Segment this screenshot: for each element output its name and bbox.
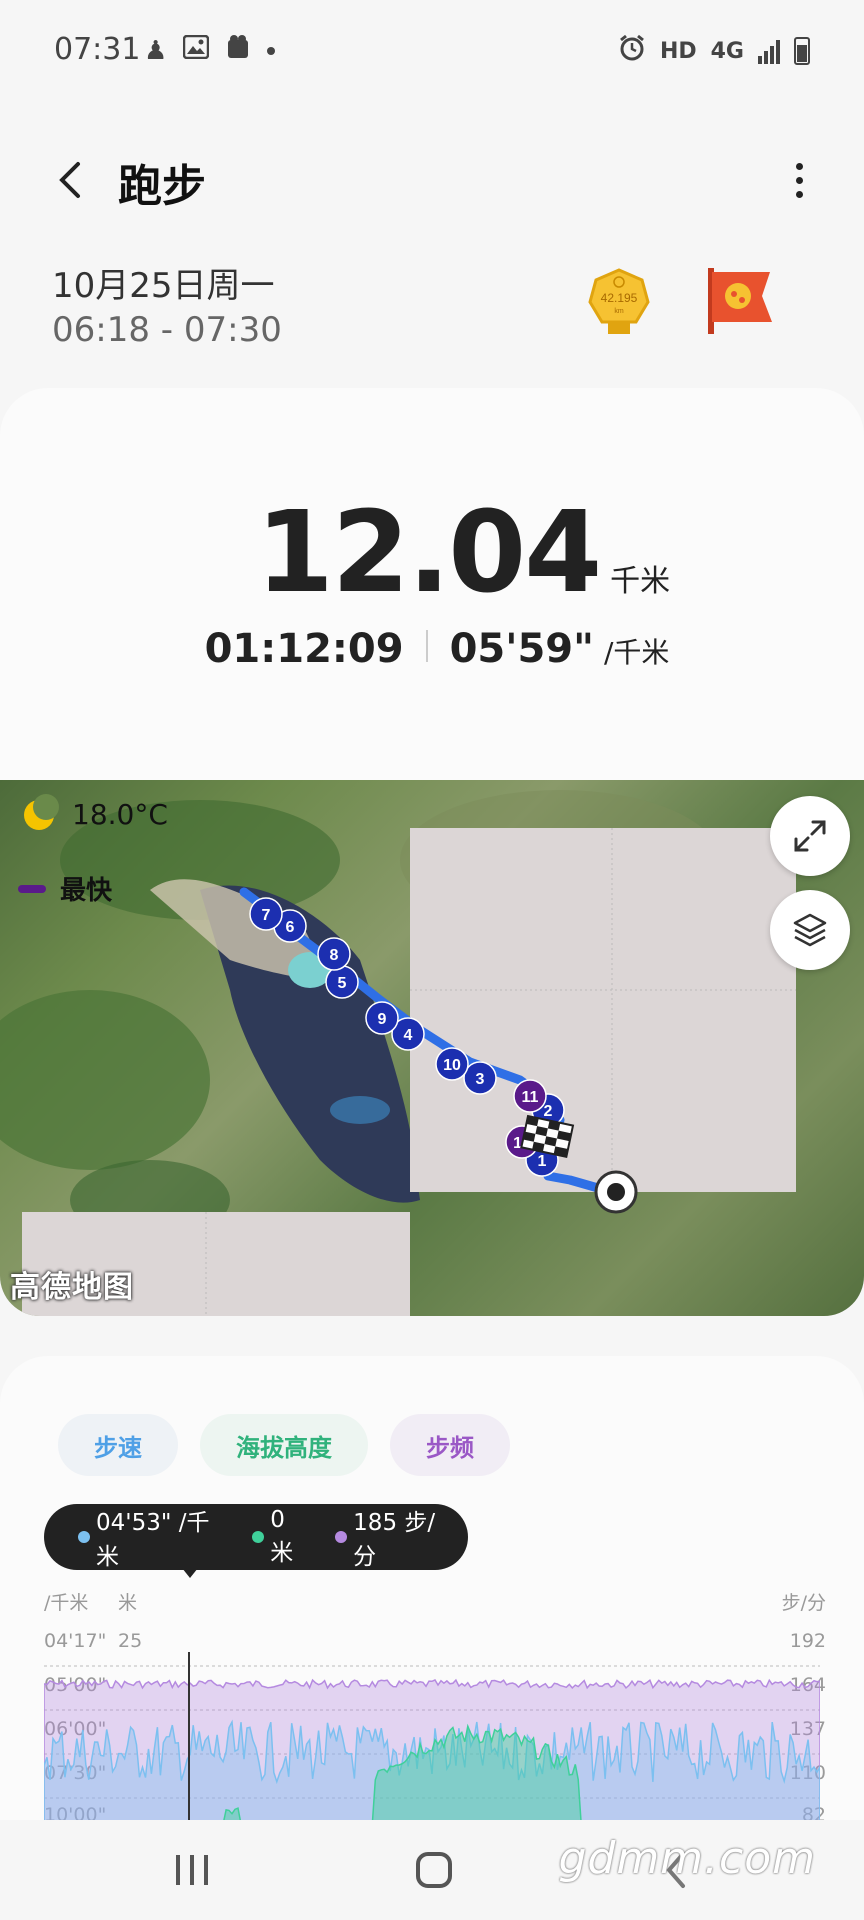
avg-pace-value: 05'59" bbox=[449, 626, 594, 672]
pace-axis-unit: /千米 bbox=[44, 1592, 89, 1614]
km-marker-label: 2 bbox=[544, 1103, 553, 1120]
recent-apps-icon bbox=[176, 1855, 208, 1885]
summary-card: 12.04 千米 01:12:09 05'59" /千米 bbox=[0, 388, 864, 818]
medal-text: 42.195 bbox=[601, 291, 638, 305]
duration-value: 01:12:09 bbox=[204, 626, 404, 672]
alarm-icon bbox=[618, 34, 646, 68]
map-layers-button[interactable] bbox=[770, 890, 850, 970]
route-layer: 123456789101112 bbox=[239, 887, 638, 1214]
tooltip-pace-value: 04'53" /千米 bbox=[95, 1510, 210, 1570]
km-marker-7: 7 bbox=[249, 897, 283, 931]
more-options-button[interactable] bbox=[774, 150, 824, 210]
page-title: 跑步 bbox=[118, 161, 206, 212]
expand-map-button[interactable] bbox=[770, 796, 850, 876]
km-marker-label: 9 bbox=[378, 1011, 387, 1028]
km-marker-label: 5 bbox=[338, 975, 347, 992]
distance-unit: 千米 bbox=[610, 564, 671, 599]
avg-pace-unit: /千米 bbox=[603, 636, 670, 669]
more-dot-icon bbox=[795, 176, 803, 184]
km-marker-11: 11 bbox=[513, 1079, 547, 1113]
pace-tick: 04'17" bbox=[44, 1630, 107, 1652]
tab-altitude[interactable]: 海拔高度 bbox=[200, 1414, 368, 1476]
chart-card: 步速 海拔高度 步频 04'53" /千米 0 米 185 步/分 /千米 米 … bbox=[0, 1356, 864, 1826]
expand-icon bbox=[794, 820, 826, 852]
marathon-medal-badge[interactable]: 42.195 km bbox=[586, 266, 652, 336]
tooltip-altitude-value: 0 米 bbox=[270, 1507, 294, 1566]
hd-badge: HD bbox=[659, 38, 697, 64]
km-marker-10: 10 bbox=[435, 1047, 469, 1081]
back-button[interactable] bbox=[44, 150, 104, 210]
gallery-icon bbox=[183, 34, 210, 66]
start-point-icon bbox=[594, 1170, 638, 1214]
km-marker-label: 1 bbox=[538, 1153, 547, 1170]
cadence-axis-unit: 步/分 bbox=[781, 1592, 826, 1614]
tooltip-cadence-value: 185 步/分 bbox=[353, 1510, 436, 1570]
more-dot-icon bbox=[795, 190, 803, 198]
temperature: 18.0°C bbox=[72, 798, 168, 831]
km-marker-label: 4 bbox=[404, 1027, 413, 1044]
more-dot-icon bbox=[795, 162, 803, 170]
duration-pace-row: 01:12:09 05'59" /千米 bbox=[0, 626, 864, 672]
tooltip-cadence: 185 步/分 bbox=[335, 1503, 458, 1571]
chevron-left-icon bbox=[59, 162, 80, 198]
recent-apps-button[interactable] bbox=[162, 1848, 222, 1892]
tab-pace[interactable]: 步速 bbox=[58, 1414, 178, 1476]
home-button[interactable] bbox=[404, 1848, 464, 1892]
system-nav-bar: gdmm.com bbox=[0, 1820, 864, 1920]
app-icon bbox=[225, 34, 251, 67]
km-marker-5: 5 bbox=[325, 965, 359, 999]
tooltip-pace: 04'53" /千米 bbox=[78, 1503, 232, 1571]
distance-value: 12.04 bbox=[255, 488, 602, 618]
km-marker-label: 10 bbox=[443, 1057, 461, 1074]
figure-icon: ♟ bbox=[144, 35, 168, 66]
medal-unit: km bbox=[614, 308, 624, 315]
altitude-axis-unit: 米 bbox=[118, 1592, 138, 1614]
fastest-swatch bbox=[18, 884, 46, 893]
tooltip-altitude: 0 米 bbox=[252, 1507, 315, 1567]
km-marker-label: 11 bbox=[522, 1089, 539, 1106]
network-4g-icon: 4G bbox=[710, 38, 744, 64]
km-marker-label: 3 bbox=[476, 1071, 485, 1088]
km-marker-3: 3 bbox=[463, 1061, 497, 1095]
cadence-dot-icon bbox=[335, 1531, 348, 1543]
status-icons-right: HD 4G bbox=[618, 34, 810, 68]
divider bbox=[425, 630, 428, 662]
tab-cadence[interactable]: 步频 bbox=[390, 1414, 510, 1476]
metrics-chart[interactable] bbox=[44, 1652, 820, 1824]
signal-icon bbox=[758, 38, 780, 64]
legend-fastest-label: 最快 bbox=[60, 876, 113, 906]
km-marker-label: 8 bbox=[330, 947, 339, 964]
km-marker-label: 7 bbox=[262, 907, 271, 924]
session-time-range: 06:18 - 07:30 bbox=[52, 310, 282, 350]
status-bar: 07:31 ♟ HD 4G bbox=[0, 0, 864, 100]
altitude-dot-icon bbox=[252, 1531, 265, 1543]
watermark: gdmm.com bbox=[558, 1833, 816, 1884]
pace-dot-icon bbox=[78, 1531, 90, 1543]
app-header: 跑步 bbox=[0, 140, 864, 220]
map-legend: 最快 bbox=[18, 870, 112, 907]
weather-info: 18.0°C bbox=[24, 793, 168, 831]
moon-icon bbox=[24, 793, 59, 830]
cadence-tick: 192 bbox=[789, 1630, 826, 1652]
distance-row: 12.04 千米 bbox=[0, 488, 864, 618]
route-flag-badge[interactable] bbox=[704, 266, 776, 336]
tooltip-arrow bbox=[182, 1568, 198, 1578]
km-marker-9: 9 bbox=[365, 1001, 399, 1035]
metric-tabs: 步速 海拔高度 步频 bbox=[58, 1414, 510, 1476]
session-date: 10月25日周一 bbox=[52, 266, 275, 306]
km-marker-label: 6 bbox=[286, 919, 295, 936]
chart-tooltip: 04'53" /千米 0 米 185 步/分 bbox=[44, 1504, 468, 1570]
altitude-tick: 25 bbox=[118, 1630, 143, 1652]
home-icon bbox=[416, 1852, 452, 1888]
route-map[interactable]: 123456789101112 18.0°C 最快 bbox=[0, 780, 864, 1316]
layers-icon bbox=[793, 913, 827, 947]
battery-icon bbox=[794, 37, 810, 65]
map-provider-logo: 高德地图 bbox=[10, 1270, 134, 1305]
status-time: 07:31 bbox=[54, 32, 141, 67]
km-marker-8: 8 bbox=[317, 937, 351, 971]
notification-dot bbox=[267, 46, 276, 55]
status-icons-left: ♟ bbox=[144, 34, 276, 67]
